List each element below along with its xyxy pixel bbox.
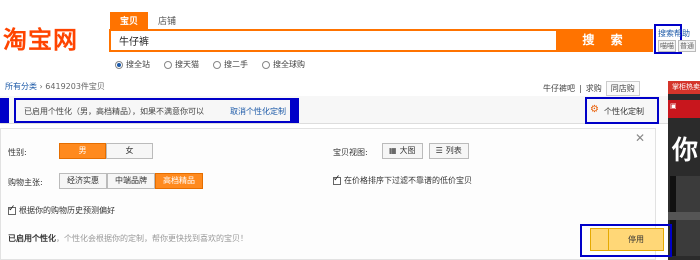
radio-dot[interactable] xyxy=(164,60,172,69)
taobao-logo[interactable]: 淘宝网 xyxy=(3,20,78,55)
view-selector: ▦ 大图 ☰ 列表 xyxy=(382,143,469,159)
highlight-marker-right xyxy=(290,98,299,123)
help-tag-1[interactable]: 喵喵 xyxy=(658,40,676,52)
enabled-title: 已启用个性化 xyxy=(8,234,56,243)
highlight-marker-left xyxy=(0,98,9,123)
radio-all-site[interactable]: 搜全站 xyxy=(115,59,150,70)
radio-tmall[interactable]: 搜天猫 xyxy=(164,59,199,70)
price-filter-label: 在价格排序下过滤不靠谱的低价宝贝 xyxy=(344,176,472,185)
help-tags: 喵喵 普通 xyxy=(658,40,696,52)
history-checkbox[interactable] xyxy=(8,204,16,215)
enabled-description: ，个性化会根据你的定制，帮你更快找到喜欢的宝贝！ xyxy=(56,234,248,243)
ad-logo-icon: ▣ xyxy=(670,102,677,110)
ad-headline: 你 xyxy=(672,136,699,166)
radio-secondhand[interactable]: 搜二手 xyxy=(213,59,248,70)
radio-label: 搜全球购 xyxy=(273,60,305,69)
history-label: 根据你的购物历史预测偏好 xyxy=(19,206,115,215)
gender-selector: 男 女 xyxy=(59,143,153,159)
notice-text: 已启用个性化（男，高档精品），如果不满意你可以 xyxy=(24,107,204,116)
cancel-personalization-link[interactable]: 取消个性化定制 xyxy=(230,106,286,117)
search-help-link[interactable]: 搜索帮助 xyxy=(658,28,690,39)
search-box xyxy=(109,29,558,52)
radio-label: 搜二手 xyxy=(224,60,248,69)
preference-selector: 经济实惠 中端品牌 高档精品 xyxy=(59,173,203,189)
view-list-button[interactable]: ☰ 列表 xyxy=(428,143,469,159)
sidebar-ad[interactable]: ▣ 你 xyxy=(668,94,700,260)
history-option[interactable]: 根据你的购物历史预测偏好 xyxy=(8,204,115,216)
sidebar-header: 掌柜热卖 xyxy=(668,81,700,94)
filter-divider: | xyxy=(579,84,582,93)
radio-dot[interactable] xyxy=(213,60,221,69)
view-grid-label: 大图 xyxy=(399,146,416,155)
gender-female-button[interactable]: 女 xyxy=(106,143,153,159)
tab-shops[interactable]: 店铺 xyxy=(148,12,186,29)
keyword-filter[interactable]: 牛仔裤吧 xyxy=(543,83,575,94)
ad-band xyxy=(668,212,700,220)
breadcrumb: 所有分类 › 6419203件宝贝 xyxy=(5,81,105,92)
list-icon: ☰ xyxy=(435,146,443,155)
radio-dot[interactable] xyxy=(115,60,123,69)
tab-items[interactable]: 宝贝 xyxy=(110,12,149,29)
gender-label: 性别: xyxy=(8,148,27,157)
radio-global[interactable]: 搜全球购 xyxy=(262,59,305,70)
wanted-filter[interactable]: 求购 xyxy=(586,83,602,94)
close-icon[interactable]: ✕ xyxy=(635,131,645,145)
disable-button-face[interactable]: 停用 xyxy=(608,228,664,251)
search-input[interactable] xyxy=(111,31,556,50)
search-button[interactable]: 搜 索 xyxy=(558,29,653,52)
result-count: 6419203件宝贝 xyxy=(45,82,105,91)
radio-dot[interactable] xyxy=(262,60,270,69)
help-tag-2[interactable]: 普通 xyxy=(678,40,696,52)
filter-row: 牛仔裤吧 | 求购 同店购 xyxy=(543,81,640,96)
same-store-button[interactable]: 同店购 xyxy=(605,81,640,96)
grid-icon: ▦ xyxy=(389,146,397,155)
view-label: 宝贝视图: xyxy=(333,148,368,157)
preference-economy-button[interactable]: 经济实惠 xyxy=(59,173,107,189)
preference-mid-button[interactable]: 中端品牌 xyxy=(107,173,155,189)
breadcrumb-all-categories[interactable]: 所有分类 xyxy=(5,82,37,91)
view-grid-button[interactable]: ▦ 大图 xyxy=(382,143,423,159)
personalize-link[interactable]: 个性化定制 xyxy=(604,106,644,117)
radio-label: 搜全站 xyxy=(126,60,150,69)
search-scope-options: 搜全站 搜天猫 搜二手 搜全球购 xyxy=(115,59,305,70)
breadcrumb-separator: › xyxy=(39,82,43,91)
enabled-status: 已启用个性化，个性化会根据你的定制，帮你更快找到喜欢的宝贝！ xyxy=(8,233,248,244)
gender-male-button[interactable]: 男 xyxy=(59,143,106,159)
gear-icon[interactable]: ⚙ xyxy=(590,104,599,115)
search-tabs: 宝贝 店铺 xyxy=(110,12,186,29)
preference-label: 购物主张: xyxy=(8,178,43,187)
price-filter-option[interactable]: 在价格排序下过滤不靠谱的低价宝贝 xyxy=(333,174,472,186)
price-filter-checkbox[interactable] xyxy=(333,174,341,185)
radio-label: 搜天猫 xyxy=(175,60,199,69)
view-list-label: 列表 xyxy=(445,146,462,155)
preference-premium-button[interactable]: 高档精品 xyxy=(155,173,203,189)
